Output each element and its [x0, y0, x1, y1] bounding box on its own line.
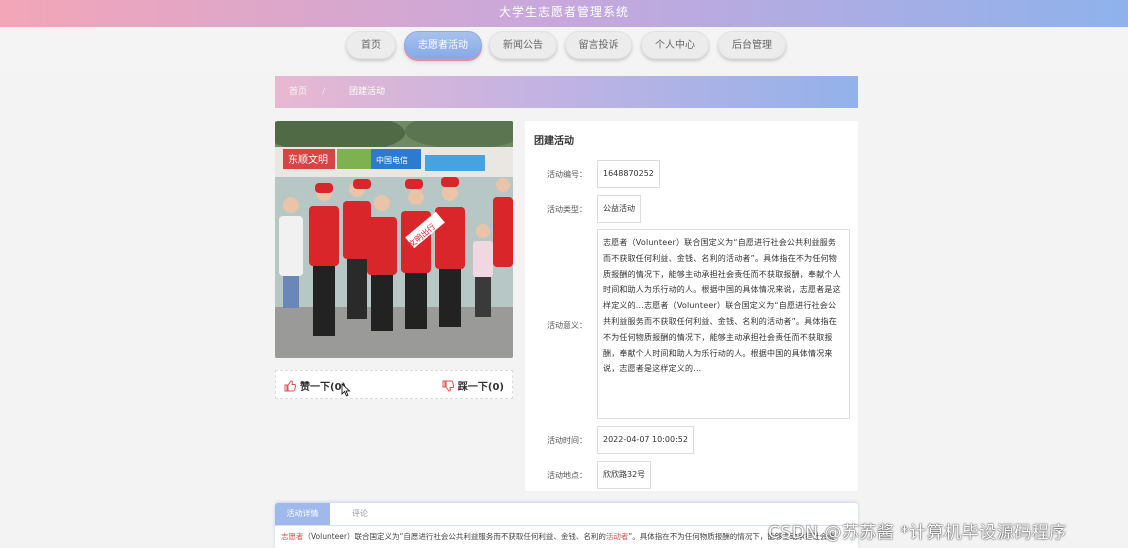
activity-meaning-field: 志愿者（Volunteer）联合国定义为“自愿进行社会公共利益服务而不获取任何利… [597, 229, 850, 419]
mouse-cursor-icon [341, 383, 351, 397]
activity-type-field: 公益活动 [597, 195, 641, 223]
like-bar: 赞一下(0) 踩一下(0) [275, 370, 513, 399]
breadcrumb-home[interactable]: 首页 [289, 76, 307, 108]
activity-id-label: 活动编号： [547, 170, 587, 179]
like-label: 赞一下(0) [300, 382, 347, 393]
dislike-label: 踩一下(0) [457, 382, 504, 393]
activity-time-label: 活动时间： [547, 436, 587, 445]
nav-item-messages[interactable]: 留言投诉 [565, 31, 632, 59]
activity-meaning-label: 活动意义： [547, 321, 587, 330]
csdn-watermark: CSDN @苏苏酱 *计算机毕设源码程序 [768, 523, 1067, 543]
main-nav: 首页 志愿者活动 新闻公告 留言投诉 个人中心 后台管理 [0, 27, 1128, 65]
detail-highlight-volunteer: 志愿者 [281, 532, 304, 541]
activity-info-panel: 团建活动 活动编号： 1648870252 活动类型： 公益活动 活动意义： 志… [525, 121, 858, 491]
nav-item-news[interactable]: 新闻公告 [489, 31, 557, 59]
thumbs-down-icon [442, 380, 455, 392]
nav-item-personal-center[interactable]: 个人中心 [641, 31, 709, 59]
breadcrumb-separator: / [322, 87, 326, 97]
app-title: 大学生志愿者管理系统 [498, 5, 629, 19]
photo-sign-store: 东顺文明 [288, 153, 328, 166]
detail-highlight-activist: 活动者 [605, 532, 629, 541]
activity-time-field: 2022-04-07 10:00:52 [597, 426, 694, 454]
nav-item-admin[interactable]: 后台管理 [718, 31, 786, 59]
nav-item-volunteer-activities[interactable]: 志愿者活动 [404, 31, 482, 59]
like-button[interactable]: 赞一下(0) [284, 378, 346, 393]
page-content: 首页 / 团建活动 东顺文明 中国电信 文明出行 赞一下(0) 踩一下(0) 团… [0, 65, 1128, 548]
breadcrumb-current: 团建活动 [349, 87, 386, 97]
detail-text-part1: （Volunteer）联合国定义为“自愿进行社会公共利益服务而不获取任何利益、金… [303, 532, 606, 541]
activity-id-field: 1648870252 [597, 160, 660, 188]
breadcrumb: 首页 / 团建活动 [275, 76, 858, 108]
tab-activity-detail[interactable]: 活动详情 [275, 503, 330, 525]
dislike-button[interactable]: 踩一下(0) [442, 378, 504, 393]
activity-location-field: 欣欣路32号 [597, 461, 652, 489]
activity-title: 团建活动 [534, 136, 574, 147]
activity-location-label: 活动地点： [547, 471, 587, 480]
nav-item-home[interactable]: 首页 [346, 31, 396, 59]
activity-type-label: 活动类型： [547, 205, 587, 214]
photo-sign-telecom: 中国电信 [376, 155, 408, 165]
activity-photo: 东顺文明 中国电信 文明出行 [275, 121, 513, 358]
thumbs-up-icon [284, 380, 297, 392]
app-header: 大学生志愿者管理系统 [0, 0, 1128, 27]
tab-comments[interactable]: 评论 [345, 503, 375, 525]
